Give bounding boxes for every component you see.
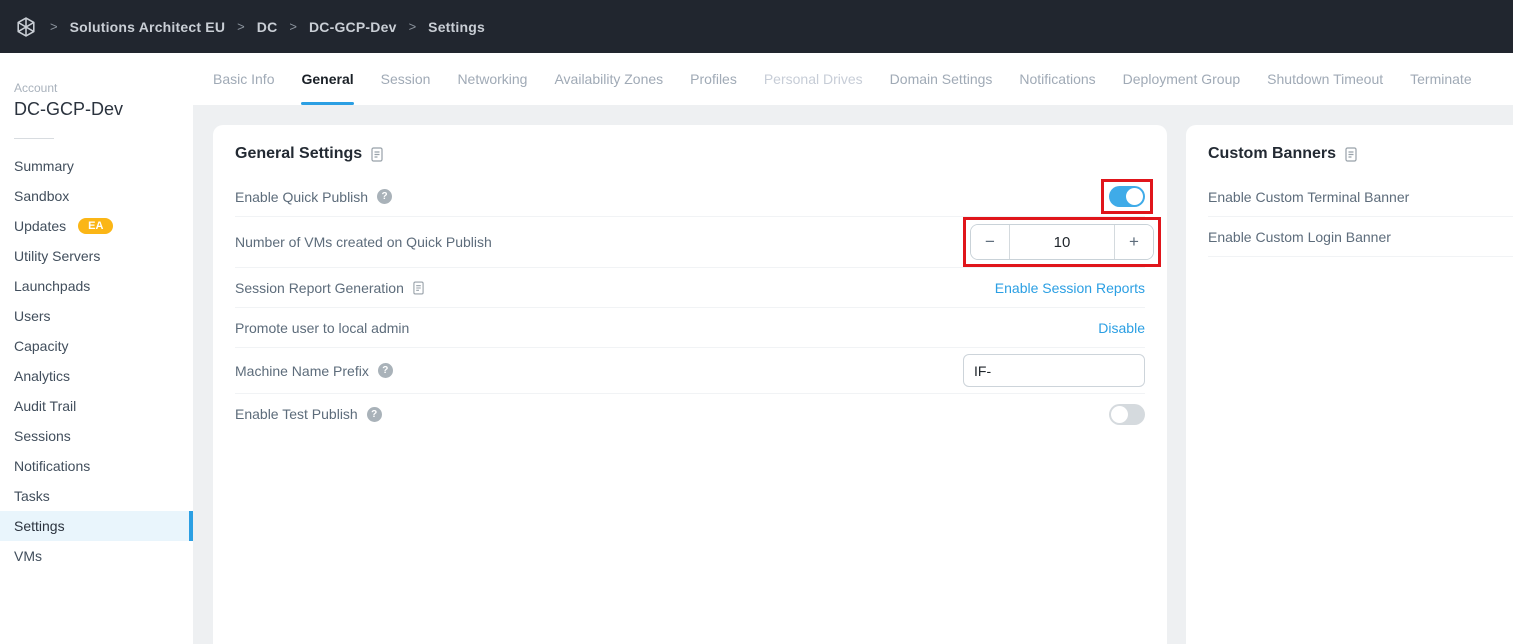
stepper-value[interactable]: 10: [1009, 225, 1115, 259]
tab-general[interactable]: General: [301, 53, 353, 105]
tab-notifications[interactable]: Notifications: [1019, 53, 1095, 105]
sidebar-item-utility-servers[interactable]: Utility Servers: [0, 241, 193, 271]
breadcrumb: > Solutions Architect EU > DC > DC-GCP-D…: [50, 19, 485, 35]
sidebar-item-summary[interactable]: Summary: [0, 151, 193, 181]
vm-count-stepper: − 10 +: [970, 224, 1154, 260]
setting-label: Promote user to local admin: [235, 320, 409, 336]
breadcrumb-item-environment[interactable]: DC-GCP-Dev: [309, 19, 397, 35]
sidebar-item-label: Notifications: [14, 458, 90, 474]
stepper-decrement-button[interactable]: −: [971, 225, 1009, 259]
help-icon[interactable]: ?: [378, 363, 393, 378]
breadcrumb-separator: >: [289, 19, 297, 34]
sidebar-item-audit-trail[interactable]: Audit Trail: [0, 391, 193, 421]
sidebar-item-notifications[interactable]: Notifications: [0, 451, 193, 481]
setting-label: Number of VMs created on Quick Publish: [235, 234, 492, 250]
sidebar-item-capacity[interactable]: Capacity: [0, 331, 193, 361]
stepper-increment-button[interactable]: +: [1115, 225, 1153, 259]
disable-promote-admin-link[interactable]: Disable: [1098, 320, 1145, 336]
general-settings-panel: General Settings Enable Quick Publish ? …: [213, 125, 1167, 644]
document-note-icon[interactable]: [1345, 147, 1357, 162]
setting-label: Session Report Generation: [235, 280, 404, 296]
document-note-icon[interactable]: [371, 147, 383, 162]
breadcrumb-separator: >: [409, 19, 417, 34]
annotation-highlight: − 10 +: [963, 217, 1161, 267]
annotation-highlight: [1101, 179, 1153, 214]
settings-tab-bar: Basic Info General Session Networking Av…: [193, 53, 1513, 105]
setting-label: Enable Quick Publish: [235, 189, 368, 205]
tab-deployment-group[interactable]: Deployment Group: [1123, 53, 1241, 105]
sidebar-item-label: Summary: [14, 158, 74, 174]
setting-label: Enable Custom Terminal Banner: [1208, 189, 1409, 205]
sidebar-item-label: Tasks: [14, 488, 50, 504]
toggle-knob: [1126, 188, 1143, 205]
sidebar-item-label: Updates: [14, 218, 66, 234]
tab-profiles[interactable]: Profiles: [690, 53, 737, 105]
sidebar-item-label: Audit Trail: [14, 398, 76, 414]
sidebar-item-tasks[interactable]: Tasks: [0, 481, 193, 511]
breadcrumb-separator: >: [237, 19, 245, 34]
breadcrumb-item-settings[interactable]: Settings: [428, 19, 485, 35]
document-note-icon[interactable]: [413, 281, 424, 295]
account-sidebar: Account DC-GCP-Dev Summary Sandbox Updat…: [0, 53, 193, 644]
sidebar-item-label: Launchpads: [14, 278, 90, 294]
sidebar-item-users[interactable]: Users: [0, 301, 193, 331]
sidebar-item-vms[interactable]: VMs: [0, 541, 193, 571]
early-access-badge: EA: [78, 218, 113, 234]
sidebar-item-label: Sessions: [14, 428, 71, 444]
tab-shutdown-timeout[interactable]: Shutdown Timeout: [1267, 53, 1383, 105]
sidebar-item-sessions[interactable]: Sessions: [0, 421, 193, 451]
setting-row-test-publish: Enable Test Publish ?: [235, 394, 1145, 434]
tab-domain-settings[interactable]: Domain Settings: [890, 53, 993, 105]
panel-title: Custom Banners: [1208, 145, 1336, 163]
machine-name-prefix-input[interactable]: [963, 354, 1145, 387]
sidebar-section-label: Account: [0, 81, 193, 95]
sidebar-item-updates[interactable]: Updates EA: [0, 211, 193, 241]
setting-label: Enable Test Publish: [235, 406, 358, 422]
tab-availability-zones[interactable]: Availability Zones: [554, 53, 663, 105]
breadcrumb-item-project[interactable]: DC: [257, 19, 278, 35]
sidebar-item-label: Settings: [14, 518, 65, 534]
breadcrumb-item-account[interactable]: Solutions Architect EU: [70, 19, 226, 35]
setting-row-vm-count: Number of VMs created on Quick Publish −…: [235, 217, 1145, 268]
sidebar-account-name: DC-GCP-Dev: [0, 99, 193, 120]
enable-session-reports-link[interactable]: Enable Session Reports: [995, 280, 1145, 296]
sidebar-item-launchpads[interactable]: Launchpads: [0, 271, 193, 301]
toggle-knob: [1111, 406, 1128, 423]
tab-networking[interactable]: Networking: [457, 53, 527, 105]
tab-session[interactable]: Session: [381, 53, 431, 105]
sidebar-item-label: Capacity: [14, 338, 68, 354]
setting-row-machine-prefix: Machine Name Prefix ?: [235, 348, 1145, 394]
test-publish-toggle[interactable]: [1109, 404, 1145, 425]
sidebar-item-label: VMs: [14, 548, 42, 564]
top-navigation-bar: > Solutions Architect EU > DC > DC-GCP-D…: [0, 0, 1513, 53]
custom-banners-panel: Custom Banners Enable Custom Terminal Ba…: [1186, 125, 1513, 644]
sidebar-item-label: Users: [14, 308, 51, 324]
setting-row-promote-admin: Promote user to local admin Disable: [235, 308, 1145, 348]
panel-title: General Settings: [235, 145, 362, 163]
setting-row-session-report: Session Report Generation Enable Session…: [235, 268, 1145, 308]
sidebar-item-label: Sandbox: [14, 188, 69, 204]
quick-publish-toggle[interactable]: [1109, 186, 1145, 207]
tab-terminate[interactable]: Terminate: [1410, 53, 1471, 105]
breadcrumb-separator: >: [50, 19, 58, 34]
setting-row-quick-publish: Enable Quick Publish ?: [235, 177, 1145, 217]
tab-basic-info[interactable]: Basic Info: [213, 53, 274, 105]
sidebar-item-settings[interactable]: Settings: [0, 511, 193, 541]
help-icon[interactable]: ?: [367, 407, 382, 422]
setting-label: Enable Custom Login Banner: [1208, 229, 1391, 245]
setting-label: Machine Name Prefix: [235, 363, 369, 379]
setting-row-login-banner: Enable Custom Login Banner: [1208, 217, 1513, 257]
sidebar-item-sandbox[interactable]: Sandbox: [0, 181, 193, 211]
setting-row-terminal-banner: Enable Custom Terminal Banner: [1208, 177, 1513, 217]
sidebar-item-label: Utility Servers: [14, 248, 100, 264]
sidebar-item-label: Analytics: [14, 368, 70, 384]
app-logo-cube-icon[interactable]: [14, 15, 38, 39]
tab-personal-drives[interactable]: Personal Drives: [764, 53, 863, 105]
sidebar-item-analytics[interactable]: Analytics: [0, 361, 193, 391]
sidebar-divider: [14, 138, 54, 139]
help-icon[interactable]: ?: [377, 189, 392, 204]
